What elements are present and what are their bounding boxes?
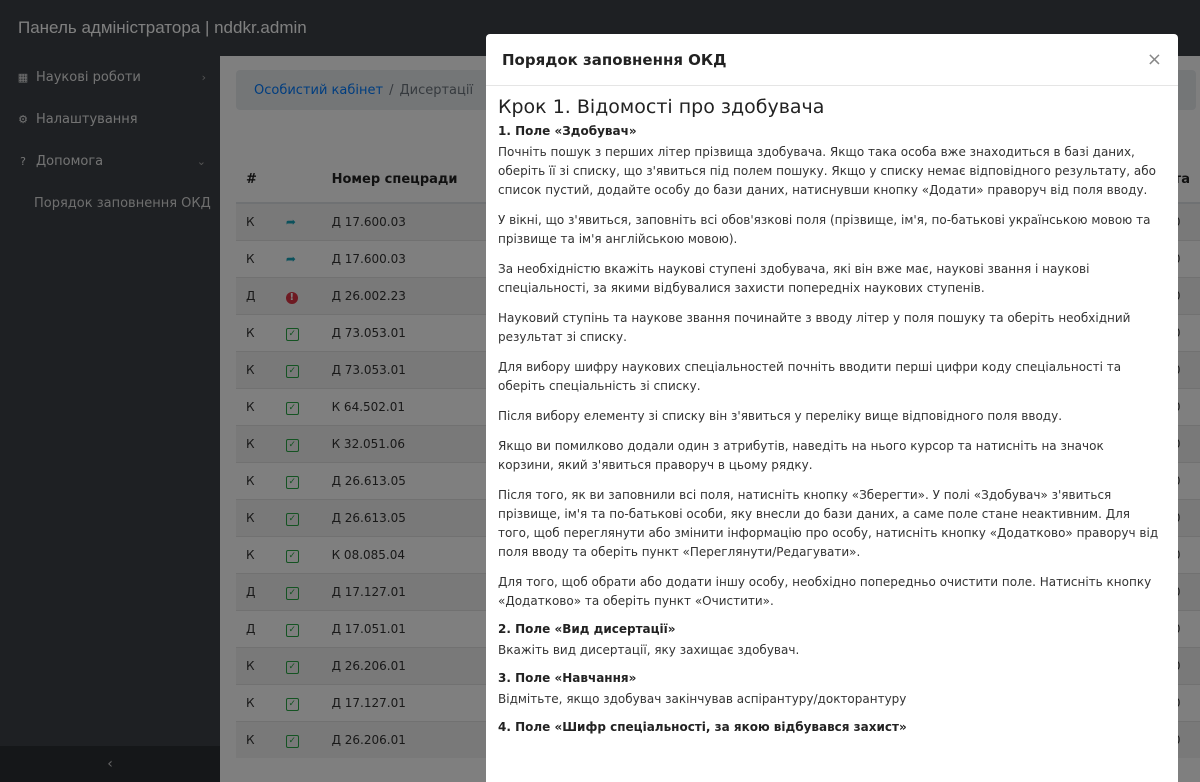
section-heading: 4. Поле «Шифр спеціальності, за якою від… [498, 720, 907, 734]
instruction-paragraph: Науковий ступінь та наукове звання почин… [498, 311, 1131, 344]
section-heading: 1. Поле «Здобувач» [498, 124, 637, 138]
close-icon[interactable]: × [1147, 49, 1162, 70]
instruction-paragraph: Вкажіть вид дисертації, яку захищає здоб… [498, 643, 800, 657]
instruction-paragraph: Якщо ви помилково додали один з атрибуті… [498, 439, 1104, 472]
section-heading: 3. Поле «Навчання» [498, 671, 637, 685]
instruction-paragraph: Почніть пошук з перших літер прізвища зд… [498, 145, 1156, 197]
okd-guide-modal: Порядок заповнення ОКД × Крок 1. Відомос… [486, 34, 1178, 782]
instruction-paragraph: Відмітьте, якщо здобувач закінчував аспі… [498, 692, 907, 706]
instruction-paragraph: За необхідністю вкажіть наукові ступені … [498, 262, 1090, 295]
instruction-paragraph: Після вибору елементу зі списку він з'яв… [498, 409, 1063, 423]
modal-header: Порядок заповнення ОКД × [486, 34, 1178, 86]
section-heading: 2. Поле «Вид дисертації» [498, 622, 676, 636]
instruction-paragraph: У вікні, що з'явиться, заповніть всі обо… [498, 213, 1151, 246]
step-title: Крок 1. Відомості про здобувача [498, 96, 825, 118]
modal-title: Порядок заповнення ОКД [502, 50, 727, 69]
instruction-paragraph: Для вибору шифру наукових спеціальностей… [498, 360, 1122, 393]
modal-body: Крок 1. Відомості про здобувача 1. Поле … [486, 86, 1178, 734]
instruction-paragraph: Для того, щоб обрати або додати іншу осо… [498, 575, 1152, 608]
instruction-paragraph: Після того, як ви заповнили всі поля, на… [498, 488, 1159, 559]
